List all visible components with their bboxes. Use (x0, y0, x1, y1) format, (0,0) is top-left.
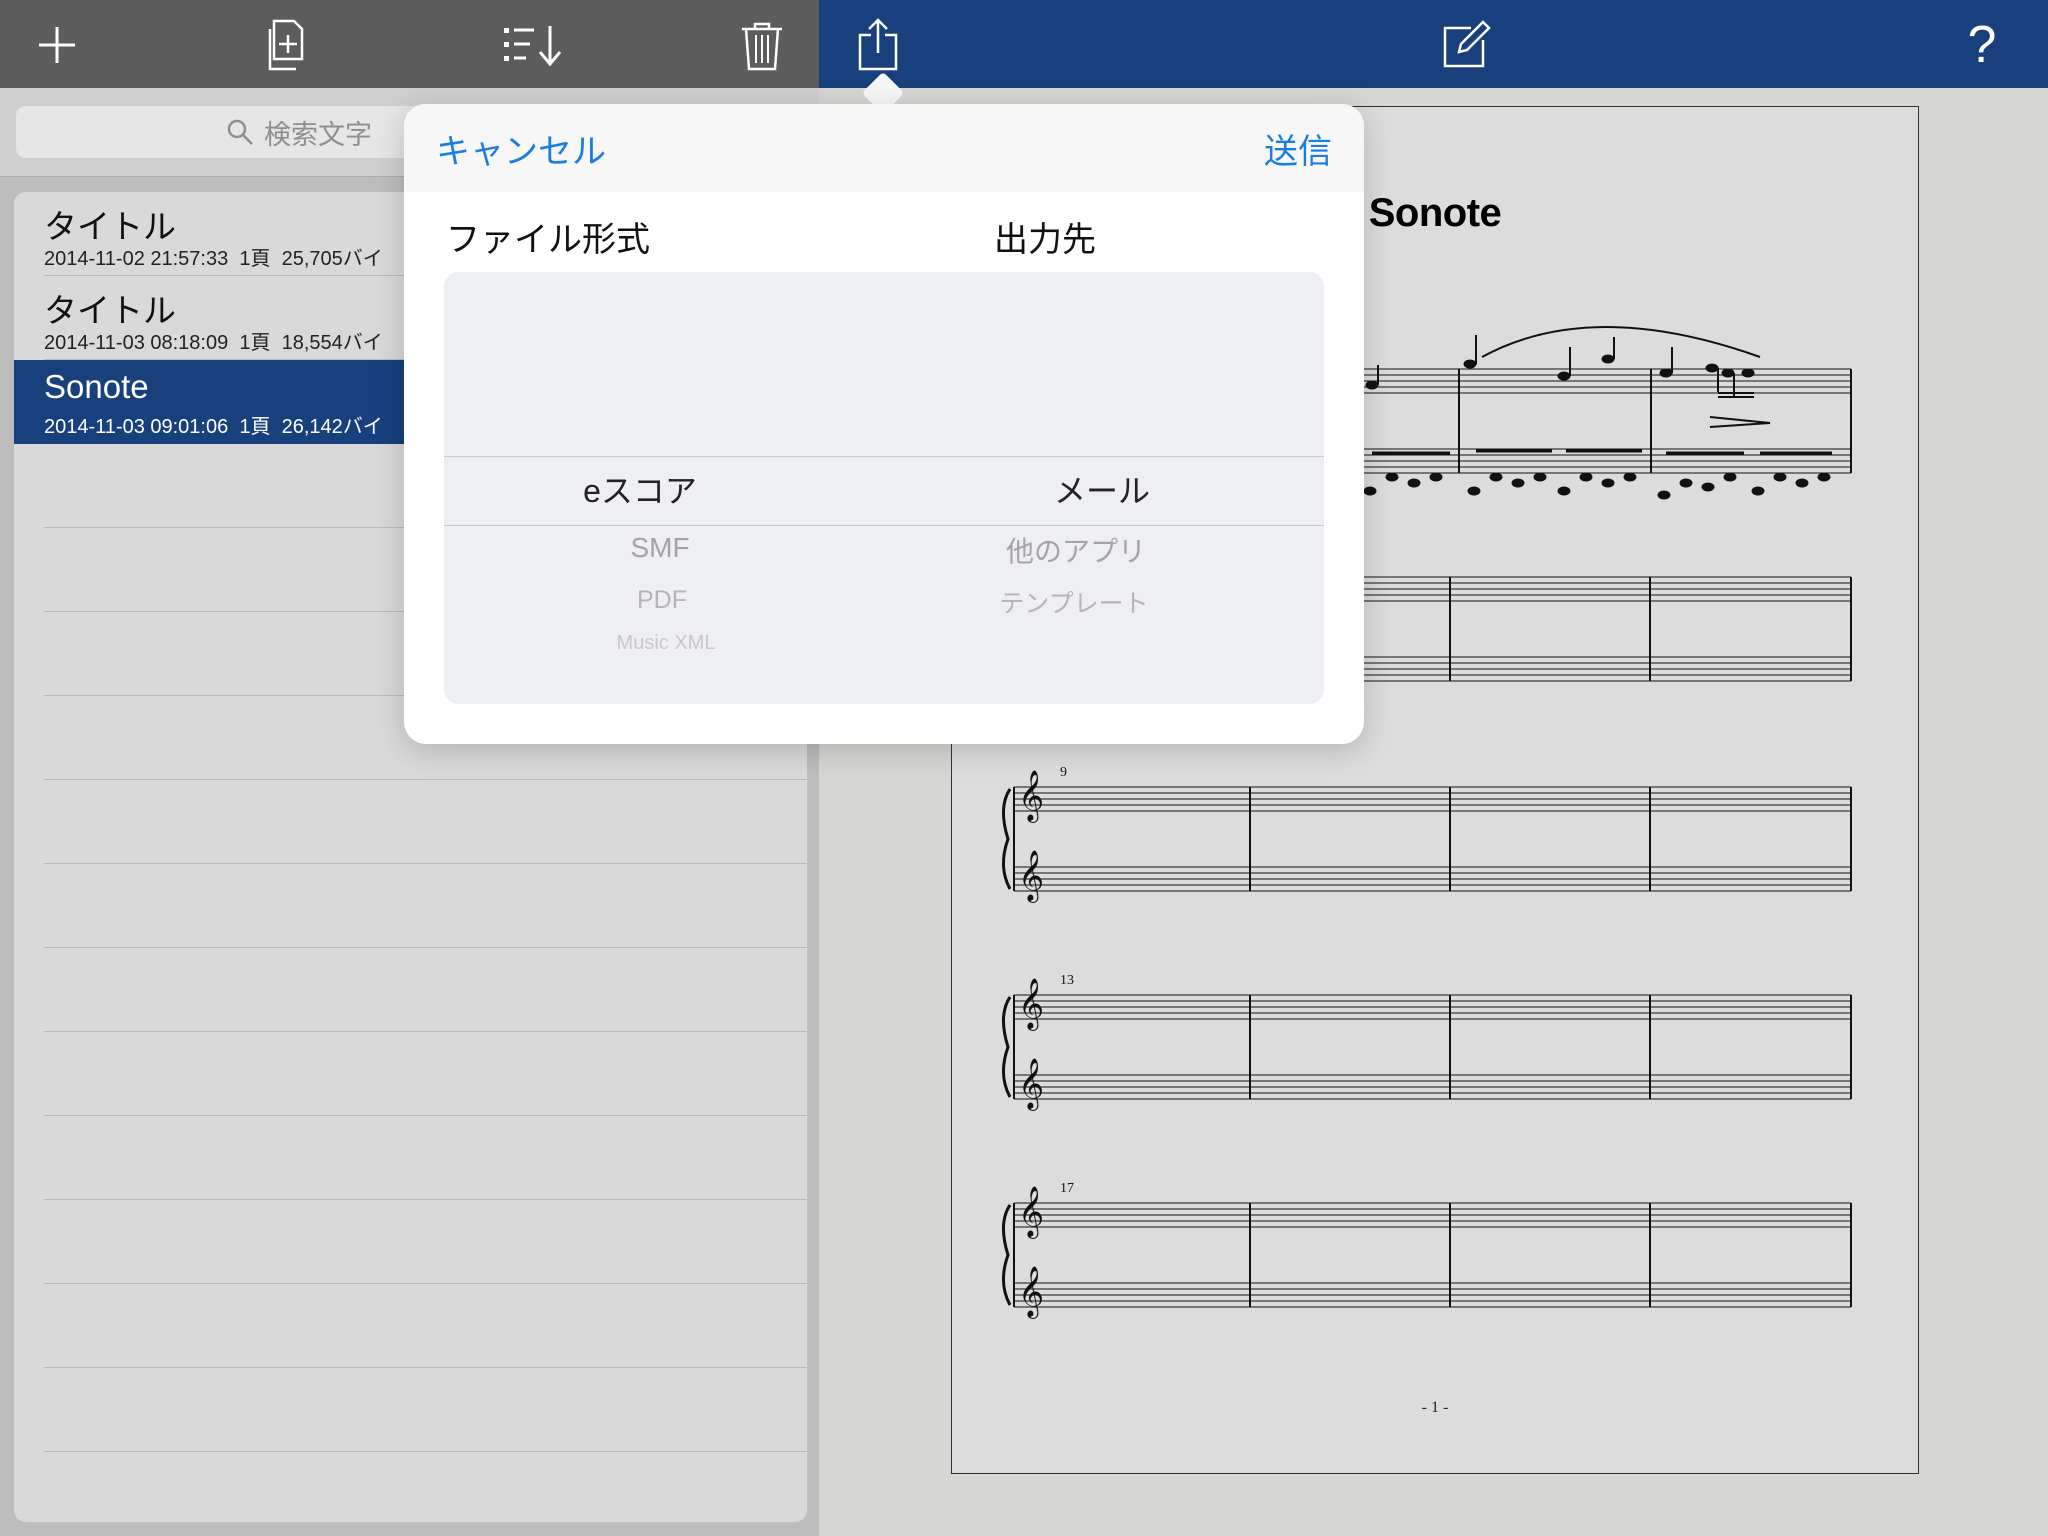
score-toolbar: ? (819, 0, 2048, 88)
treble-clef-icon: 𝄞 (1018, 771, 1045, 820)
row-divider (44, 1451, 807, 1452)
system-3 (1002, 786, 1852, 892)
format-option[interactable]: SMF (510, 532, 810, 564)
treble-clef-icon: 𝄞 (1018, 1187, 1045, 1236)
destination-header: 出力先 (994, 221, 1096, 259)
row-divider (44, 1367, 807, 1368)
treble-clef-icon: 𝄞 (1018, 979, 1045, 1028)
measure-number: 13 (1060, 973, 1074, 988)
system-5 (1002, 1202, 1852, 1308)
help-icon: ? (1967, 16, 1997, 74)
edit-button[interactable] (1431, 10, 1501, 80)
format-option-selected[interactable]: eスコア (490, 466, 790, 512)
cancel-button[interactable]: キャンセル (436, 124, 606, 173)
sort-button[interactable] (497, 10, 567, 80)
destination-option-selected[interactable]: メール (952, 466, 1252, 512)
copy-document-icon (268, 19, 304, 71)
page-number: - 1 - (1421, 1399, 1449, 1416)
measure-number: 9 (1060, 765, 1067, 780)
row-divider (44, 1115, 807, 1116)
file-title: タイトル (44, 292, 176, 329)
search-placeholder: 検索文字 (264, 119, 372, 150)
send-button[interactable]: 送信 (1264, 124, 1332, 173)
format-option[interactable]: PDF (512, 586, 812, 615)
share-button[interactable] (843, 10, 913, 80)
search-icon (227, 119, 253, 145)
treble-clef-icon: 𝄞 (1018, 1059, 1045, 1108)
file-title: Sonote (44, 368, 149, 405)
help-button[interactable]: ? (1947, 10, 2017, 80)
format-option[interactable]: Music XML (516, 632, 816, 655)
system-4 (1002, 994, 1852, 1100)
row-divider (44, 947, 807, 948)
file-browser-toolbar (0, 0, 819, 88)
delete-button[interactable] (727, 10, 797, 80)
treble-clef-icon: 𝄞 (1018, 851, 1045, 900)
row-divider (44, 779, 807, 780)
file-meta: 2014-11-02 21:57:33 1頁 25,705バイ (44, 248, 383, 270)
row-divider (44, 863, 807, 864)
destination-option[interactable]: 他のアプリ (926, 530, 1226, 570)
popover-nav-bar: キャンセル 送信 (404, 104, 1364, 192)
file-meta: 2014-11-03 09:01:06 1頁 26,142バイ (44, 416, 383, 438)
treble-clef-icon: 𝄞 (1018, 1267, 1045, 1316)
file-title: タイトル (44, 208, 176, 245)
new-file-button[interactable] (22, 10, 92, 80)
export-popover: キャンセル 送信 ファイル形式 出力先 eスコア SMF PDF Music X… (404, 104, 1364, 744)
trash-icon (742, 22, 782, 71)
destination-option[interactable]: テンプレート (924, 584, 1224, 620)
row-divider (44, 1199, 807, 1200)
share-icon (858, 18, 898, 71)
sort-list-icon (504, 26, 562, 67)
export-picker[interactable]: eスコア SMF PDF Music XML メール 他のアプリ テンプレート (444, 272, 1324, 704)
file-meta: 2014-11-03 08:18:09 1頁 18,554バイ (44, 332, 383, 354)
duplicate-file-button[interactable] (253, 10, 323, 80)
file-format-header: ファイル形式 (446, 221, 650, 259)
edit-icon (1443, 20, 1491, 68)
row-divider (44, 1031, 807, 1032)
row-divider (44, 1283, 807, 1284)
plus-icon (39, 27, 75, 63)
measure-number: 17 (1060, 1181, 1074, 1196)
